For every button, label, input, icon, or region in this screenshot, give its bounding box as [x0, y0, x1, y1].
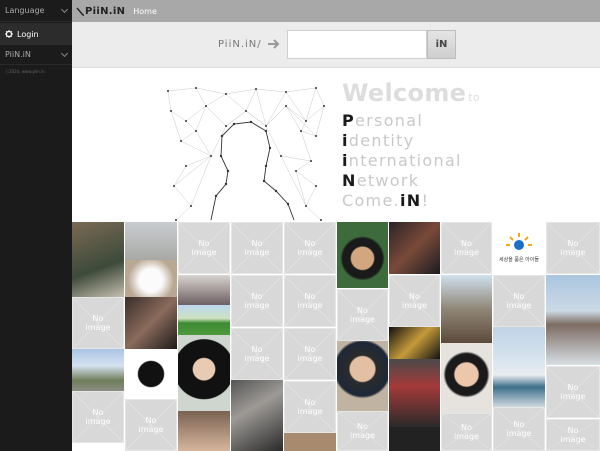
- profile-photo[interactable]: [389, 359, 440, 427]
- search-bar: PiiN.iN/ iN: [72, 22, 600, 68]
- profile-no-image[interactable]: No image: [72, 391, 124, 443]
- search-prefix-label: PiiN.iN/: [218, 39, 262, 50]
- profile-no-image[interactable]: No image: [284, 328, 336, 380]
- profile-photo[interactable]: [125, 222, 177, 260]
- profile-photo[interactable]: [178, 275, 230, 305]
- hero-banner: Welcome to Personal identity internationa…: [72, 69, 600, 222]
- profile-no-image[interactable]: No image: [231, 275, 283, 327]
- profile-no-image[interactable]: No image: [546, 222, 600, 274]
- logo-slash-icon: [76, 7, 84, 16]
- profile-photo[interactable]: [441, 343, 492, 413]
- profile-no-image[interactable]: No image: [125, 399, 177, 451]
- profile-no-image[interactable]: No image: [284, 275, 336, 327]
- profile-no-image[interactable]: No image: [493, 275, 545, 327]
- profile-photo[interactable]: [125, 297, 177, 349]
- profile-no-image[interactable]: No image: [284, 381, 336, 433]
- profile-photo[interactable]: [389, 222, 440, 274]
- search-input[interactable]: [287, 30, 427, 59]
- home-link[interactable]: Home: [133, 7, 157, 16]
- profile-no-image[interactable]: No image: [441, 413, 492, 451]
- piin-menu[interactable]: PiiN.iN: [0, 45, 72, 65]
- profile-photo[interactable]: [493, 327, 545, 407]
- welcome-heading: Welcome to: [342, 79, 480, 107]
- login-button[interactable]: Login: [0, 23, 72, 45]
- profile-photo[interactable]: [441, 275, 492, 343]
- site-logo[interactable]: PiiN.iN: [72, 6, 125, 17]
- piin-acronym: Personal identity international Network …: [342, 111, 462, 211]
- profile-photo[interactable]: [389, 427, 440, 451]
- profile-photo[interactable]: [72, 222, 124, 297]
- profile-no-image[interactable]: No image: [337, 411, 388, 451]
- acronym-line: identity: [342, 131, 415, 150]
- profile-photo[interactable]: [125, 349, 177, 399]
- profile-photo[interactable]: [72, 349, 124, 391]
- profile-no-image[interactable]: No image: [441, 222, 492, 274]
- sidebar: Language Login PiiN.iN ⓒ2024, www.piin.i…: [0, 0, 72, 451]
- profile-no-image[interactable]: No image: [231, 328, 283, 380]
- login-label: Login: [17, 29, 39, 39]
- profile-no-image[interactable]: No image: [284, 222, 336, 274]
- copyright-text: ⓒ2024, www.piin.in: [5, 69, 45, 74]
- piin-menu-label: PiiN.iN: [5, 50, 31, 59]
- profile-photo[interactable]: [178, 305, 230, 335]
- kids-org-logo[interactable]: 세상을 품은 아이들: [493, 222, 545, 274]
- logo-text: PiiN.iN: [85, 5, 126, 17]
- acronym-line: Come.iN!: [342, 191, 430, 210]
- search-button[interactable]: iN: [427, 30, 456, 59]
- kids-logo-text: 세상을 품은 아이들: [499, 257, 539, 263]
- acronym-line: Network: [342, 171, 420, 190]
- profile-photo[interactable]: [389, 327, 440, 359]
- profile-photo[interactable]: [337, 222, 388, 288]
- profile-photo[interactable]: [125, 260, 177, 297]
- welcome-text: Welcome: [342, 79, 467, 107]
- profile-grid: No image No image No image No image No i…: [72, 222, 600, 451]
- acronym-line: Personal: [342, 111, 424, 130]
- profile-no-image[interactable]: No image: [546, 366, 600, 418]
- welcome-to-text: to: [468, 91, 480, 104]
- acronym-line: international: [342, 151, 462, 170]
- arrow-right-icon: [268, 39, 280, 49]
- profile-photo[interactable]: [231, 380, 283, 451]
- profile-no-image[interactable]: No image: [493, 407, 545, 451]
- profile-no-image[interactable]: No image: [72, 297, 124, 349]
- profile-photo[interactable]: [546, 275, 600, 365]
- chevron-down-icon: [60, 49, 69, 57]
- profile-photo[interactable]: [178, 411, 230, 451]
- profile-photo[interactable]: [178, 335, 230, 411]
- profile-no-image[interactable]: No image: [337, 289, 388, 341]
- profile-photo[interactable]: [284, 433, 336, 451]
- gear-icon: [5, 30, 13, 38]
- sun-logo-icon: [506, 233, 532, 250]
- top-bar: PiiN.iN Home: [72, 0, 600, 22]
- profile-no-image[interactable]: No image: [178, 222, 230, 274]
- profile-photo[interactable]: [337, 341, 388, 411]
- profile-no-image[interactable]: No image: [231, 222, 283, 274]
- profile-no-image[interactable]: No image: [546, 419, 600, 451]
- language-menu[interactable]: Language: [0, 0, 72, 22]
- language-label: Language: [5, 6, 45, 15]
- chevron-down-icon: [60, 5, 69, 13]
- profile-no-image[interactable]: No image: [389, 275, 440, 327]
- network-silhouette-icon: [167, 87, 325, 221]
